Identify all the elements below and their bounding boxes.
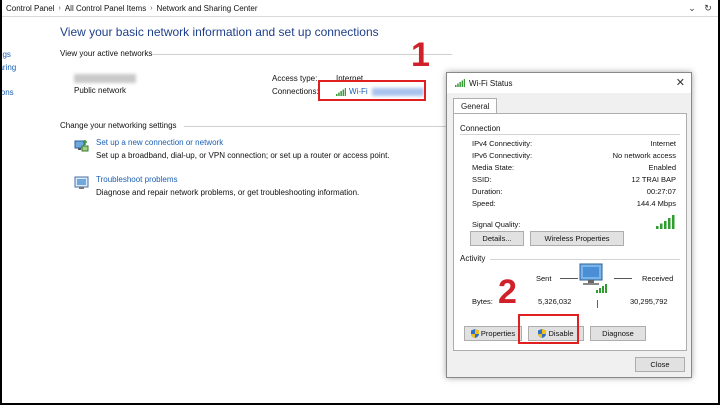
setting-new-connection-link[interactable]: Set up a new connection or network xyxy=(96,138,390,147)
sidebar-item-3[interactable]: ions xyxy=(0,86,20,99)
row-speed: Speed: 144.4 Mbps xyxy=(472,199,676,208)
row-label: Signal Quality: xyxy=(472,220,521,229)
bytes-label: Bytes: xyxy=(472,297,493,306)
chevron-down-icon[interactable]: ⌄ xyxy=(686,2,698,14)
shield-icon xyxy=(470,329,479,338)
breadcrumb-item-control-panel[interactable]: Control Panel xyxy=(6,4,54,13)
network-setup-icon xyxy=(74,140,89,152)
divider xyxy=(184,126,452,127)
row-value: Internet xyxy=(650,139,676,148)
tab-strip: General xyxy=(453,98,498,114)
refresh-icon[interactable]: ↻ xyxy=(702,2,714,14)
divider xyxy=(152,54,452,55)
network-activity-icon xyxy=(579,263,607,293)
setting-troubleshoot-link[interactable]: Troubleshoot problems xyxy=(96,175,359,184)
row-value: 12 TRAI BAP xyxy=(631,175,676,184)
row-value: 00:27:07 xyxy=(646,187,676,196)
close-button[interactable]: Close xyxy=(635,357,685,372)
row-label: Duration: xyxy=(472,187,503,196)
row-label: IPv4 Connectivity: xyxy=(472,139,533,148)
page-title: View your basic network information and … xyxy=(60,25,379,39)
step-1-annotation: 1 xyxy=(411,36,430,74)
row-value: No network access xyxy=(612,151,676,160)
breadcrumb-item-all-items[interactable]: All Control Panel Items xyxy=(65,4,146,13)
connection-group-title: Connection xyxy=(460,124,501,133)
change-settings-heading: Change your networking settings xyxy=(60,121,177,130)
row-duration: Duration: 00:27:07 xyxy=(472,187,676,196)
properties-button[interactable]: Properties xyxy=(464,326,522,341)
bytes-received-value: 30,295,792 xyxy=(630,297,668,306)
breadcrumb: Control Panel › All Control Panel Items … xyxy=(0,0,720,17)
received-line xyxy=(614,278,632,279)
step-2-annotation: 2 xyxy=(498,273,517,311)
chevron-right-icon: › xyxy=(58,4,61,12)
signal-strength-icon xyxy=(656,215,675,229)
sidebar: ngs haring ions xyxy=(0,48,20,99)
row-ssid: SSID: 12 TRAI BAP xyxy=(472,175,676,184)
row-label: IPv6 Connectivity: xyxy=(472,151,533,160)
wireless-properties-button[interactable]: Wireless Properties xyxy=(530,231,624,246)
row-signal-quality: Signal Quality: xyxy=(472,215,676,229)
breadcrumb-item-network-center[interactable]: Network and Sharing Center xyxy=(157,4,258,13)
row-value: 144.4 Mbps xyxy=(636,199,676,208)
row-ipv4: IPv4 Connectivity: Internet xyxy=(472,139,676,148)
active-networks-heading: View your active networks xyxy=(60,49,153,58)
properties-button-label: Properties xyxy=(480,329,516,338)
network-name-blurred xyxy=(74,74,136,83)
divider xyxy=(460,134,680,135)
row-label: Speed: xyxy=(472,199,496,208)
sidebar-item-2[interactable]: haring xyxy=(0,61,20,74)
received-label: Received xyxy=(642,274,674,283)
dialog-titlebar: Wi-Fi Status ✕ xyxy=(447,73,691,93)
chevron-right-icon: › xyxy=(150,4,153,12)
network-type: Public network xyxy=(74,86,127,95)
dialog-title: Wi-Fi Status xyxy=(469,78,513,88)
setting-troubleshoot: Troubleshoot problems Diagnose and repai… xyxy=(74,175,359,197)
bytes-sent-value: 5,326,032 xyxy=(538,297,572,306)
activity-group-title: Activity xyxy=(460,254,486,263)
row-ipv6: IPv6 Connectivity: No network access xyxy=(472,151,676,160)
sidebar-item-1[interactable]: ngs xyxy=(0,48,20,61)
close-icon[interactable]: ✕ xyxy=(676,76,685,89)
setting-new-connection: Set up a new connection or network Set u… xyxy=(74,138,390,160)
connections-label: Connections: xyxy=(272,87,319,96)
tab-general[interactable]: General xyxy=(453,98,498,114)
troubleshoot-icon xyxy=(74,176,89,189)
row-label: SSID: xyxy=(472,175,492,184)
divider xyxy=(597,300,598,308)
access-type-label: Access type: xyxy=(272,74,318,83)
highlight-box-connection xyxy=(318,80,426,101)
wifi-signal-icon xyxy=(455,79,465,87)
setting-new-connection-desc: Set up a broadband, dial-up, or VPN conn… xyxy=(96,151,390,160)
row-value: Enabled xyxy=(648,163,676,172)
sent-label: Sent xyxy=(536,274,552,283)
row-label: Media State: xyxy=(472,163,515,172)
highlight-box-disable xyxy=(518,314,579,344)
details-button[interactable]: Details... xyxy=(470,231,524,246)
setting-troubleshoot-desc: Diagnose and repair network problems, or… xyxy=(96,188,360,197)
diagnose-button[interactable]: Diagnose xyxy=(590,326,646,341)
divider xyxy=(490,259,680,260)
sent-line xyxy=(560,278,578,279)
row-media-state: Media State: Enabled xyxy=(472,163,676,172)
